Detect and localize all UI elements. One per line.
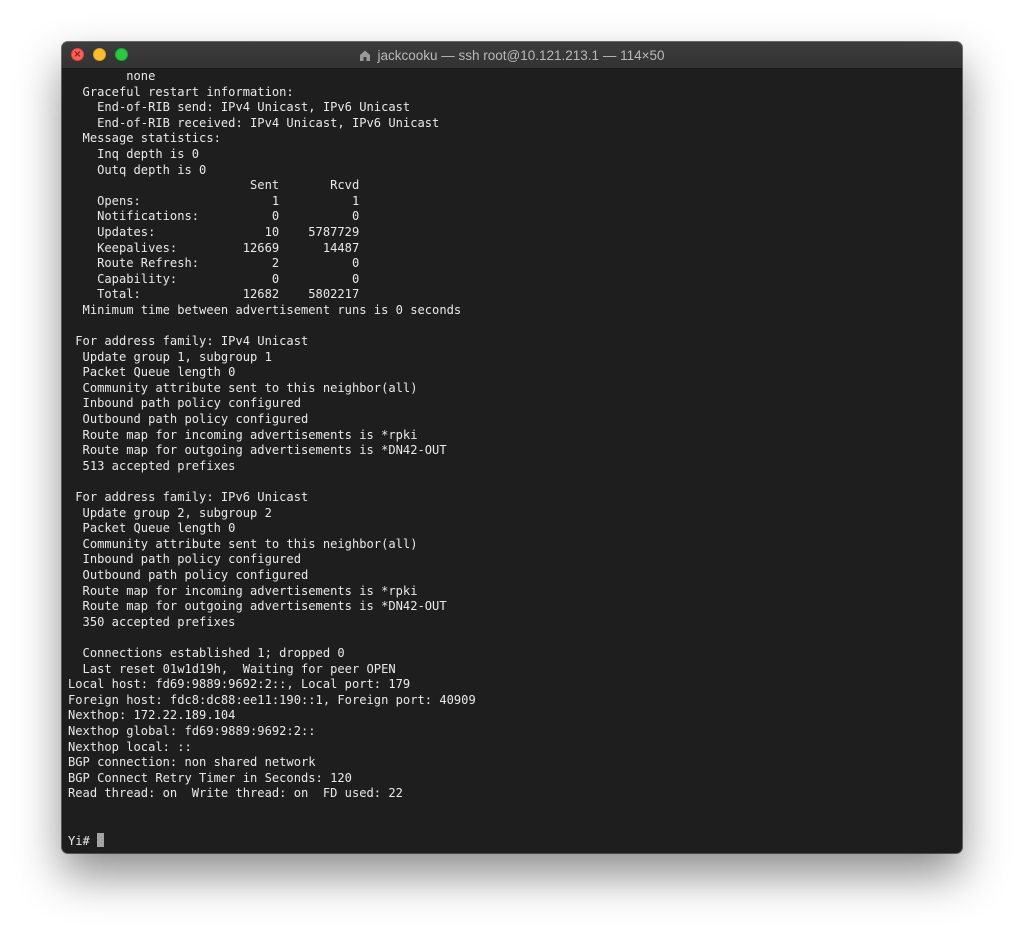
terminal-line: Route map for incoming advertisements is… — [68, 427, 418, 442]
terminal-line: Route map for outgoing advertisements is… — [68, 599, 447, 614]
home-folder-icon — [359, 49, 371, 62]
terminal-line: Message statistics: — [68, 131, 221, 146]
terminal-line: Read thread: on Write thread: on FD used… — [68, 786, 403, 801]
terminal-line: Route Refresh: 2 0 — [68, 256, 360, 271]
shell-prompt: Yi# — [68, 834, 98, 849]
terminal-line: Nexthop local: :: — [68, 739, 192, 754]
terminal-line: 350 accepted prefixes — [68, 614, 236, 629]
terminal-line: Packet Queue length 0 — [68, 365, 236, 380]
terminal-line: Community attribute sent to this neighbo… — [68, 536, 418, 551]
terminal-line: Outbound path policy configured — [68, 568, 309, 582]
terminal-line: Nexthop global: fd69:9889:9692:2:: — [68, 723, 316, 738]
terminal-line: Graceful restart information: — [68, 84, 294, 99]
terminal-line: Route map for incoming advertisements is… — [68, 583, 418, 598]
terminal-line: End-of-RIB send: IPv4 Unicast, IPv6 Unic… — [68, 100, 411, 115]
terminal-line: Capability: 0 0 — [68, 271, 360, 286]
terminal-line: Connections established 1; dropped 0 — [68, 645, 345, 660]
terminal-line: Route map for outgoing advertisements is… — [68, 443, 447, 458]
terminal-line: Nexthop: 172.22.189.104 — [68, 708, 236, 723]
terminal-line: 513 accepted prefixes — [68, 458, 236, 473]
prompt-line[interactable]: Yi# — [68, 833, 956, 849]
terminal-line: Outbound path policy configured — [68, 412, 309, 427]
terminal-line: Sent Rcvd — [68, 178, 360, 193]
terminal-line: Community attribute sent to this neighbo… — [68, 380, 418, 395]
window-title: jackcooku — ssh root@10.121.213.1 — 114×… — [377, 47, 665, 63]
terminal-line: End-of-RIB received: IPv4 Unicast, IPv6 … — [68, 115, 440, 130]
terminal-line: Inbound path policy configured — [68, 396, 301, 411]
terminal-output[interactable]: none Graceful restart information: End-o… — [68, 69, 956, 849]
terminal-line: Inbound path policy configured — [68, 552, 301, 567]
terminal-line: Local host: fd69:9889:9692:2::, Local po… — [68, 677, 411, 692]
terminal-line: Packet Queue length 0 — [68, 521, 236, 536]
terminal-line: Keepalives: 12669 14487 — [68, 240, 360, 255]
terminal-line: Outq depth is 0 — [68, 162, 207, 177]
terminal-line: Updates: 10 5787729 — [68, 224, 360, 239]
terminal-line: Opens: 1 1 — [68, 193, 360, 208]
terminal-line: Notifications: 0 0 — [68, 209, 360, 224]
terminal-line: Inq depth is 0 — [68, 146, 200, 161]
window-title-group: jackcooku — ssh root@10.121.213.1 — 114×… — [62, 42, 962, 68]
terminal-line: Update group 2, subgroup 2 — [68, 505, 272, 520]
terminal-line: BGP Connect Retry Timer in Seconds: 120 — [68, 770, 352, 785]
terminal-line: Foreign host: fdc8:dc88:ee11:190::1, For… — [68, 692, 476, 707]
terminal-line: For address family: IPv4 Unicast — [68, 334, 309, 349]
terminal-line: BGP connection: non shared network — [68, 755, 316, 770]
terminal-line: For address family: IPv6 Unicast — [68, 490, 309, 505]
terminal-window: × jackcooku — ssh root@10.121.213.1 — 11… — [62, 42, 962, 853]
terminal-line: none — [68, 69, 156, 83]
terminal-line: Update group 1, subgroup 1 — [68, 349, 272, 364]
text-cursor — [97, 833, 105, 848]
title-bar[interactable]: × jackcooku — ssh root@10.121.213.1 — 11… — [62, 42, 962, 69]
terminal-line: Minimum time between advertisement runs … — [68, 302, 462, 317]
terminal-line: Last reset 01w1d19h, Waiting for peer OP… — [68, 661, 396, 676]
terminal-line: Total: 12682 5802217 — [68, 287, 360, 302]
